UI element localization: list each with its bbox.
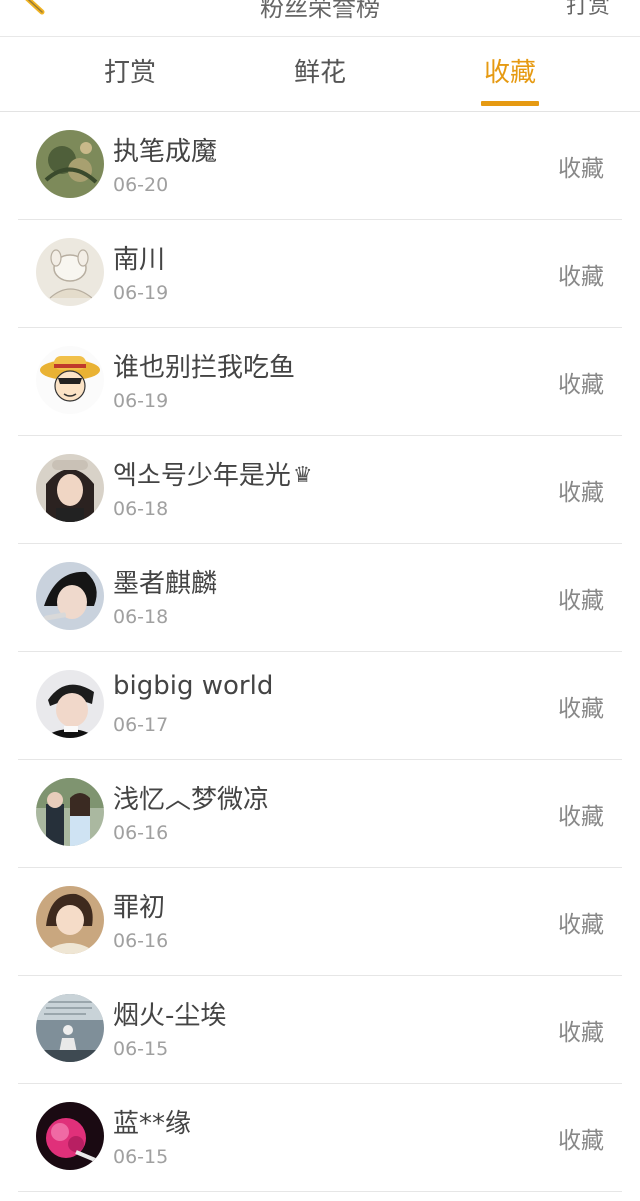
avatar <box>36 1102 104 1170</box>
active-tab-indicator <box>481 101 539 106</box>
date-label: 06-19 <box>113 390 169 412</box>
user-name: 蓝**缘 <box>113 1109 192 1139</box>
user-name: 烟火-尘埃 <box>113 1001 227 1031</box>
tab-reward[interactable]: 打赏 <box>80 37 180 111</box>
date-label: 06-17 <box>113 714 169 736</box>
user-name: 罪初 <box>113 893 166 923</box>
user-name: 谁也别拦我吃鱼 <box>113 353 296 383</box>
user-name: 엑소号少年是光♛ <box>113 461 313 491</box>
reward-button[interactable]: 打赏 <box>566 0 610 20</box>
avatar <box>36 346 104 414</box>
action-label: 收藏 <box>558 804 604 830</box>
tab-favorites[interactable]: 收藏 <box>460 37 560 111</box>
list-item[interactable]: 南川 06-19 收藏 <box>0 220 640 328</box>
avatar <box>36 778 104 846</box>
avatar <box>36 994 104 1062</box>
date-label: 06-18 <box>113 498 169 520</box>
divider <box>18 1191 622 1192</box>
tab-flowers[interactable]: 鲜花 <box>270 37 370 111</box>
date-label: 06-18 <box>113 606 169 628</box>
action-label: 收藏 <box>558 912 604 938</box>
date-label: 06-20 <box>113 174 169 196</box>
action-label: 收藏 <box>558 696 604 722</box>
list-item[interactable]: 执笔成魔 06-20 收藏 <box>0 112 640 220</box>
date-label: 06-16 <box>113 930 169 952</box>
action-label: 收藏 <box>558 480 604 506</box>
action-label: 收藏 <box>558 1020 604 1046</box>
tab-bar: 打赏 鲜花 收藏 <box>0 37 640 112</box>
date-label: 06-19 <box>113 282 169 304</box>
user-name: 执笔成魔 <box>113 137 218 167</box>
action-label: 收藏 <box>558 1128 604 1154</box>
action-label: 收藏 <box>558 372 604 398</box>
user-name: 南川 <box>113 245 166 275</box>
list-item[interactable]: 烟火-尘埃 06-15 收藏 <box>0 976 640 1084</box>
list-item[interactable]: 谁也别拦我吃鱼 06-19 收藏 <box>0 328 640 436</box>
user-name: 墨者麒麟 <box>113 569 218 599</box>
list-item[interactable]: 罪初 06-16 收藏 <box>0 868 640 976</box>
avatar <box>36 130 104 198</box>
avatar <box>36 886 104 954</box>
list-item[interactable]: 浅忆︿梦微凉 06-16 收藏 <box>0 760 640 868</box>
action-label: 收藏 <box>558 264 604 290</box>
list-item[interactable]: 엑소号少年是光♛ 06-18 收藏 <box>0 436 640 544</box>
date-label: 06-16 <box>113 822 169 844</box>
crown-icon: ♛ <box>292 463 313 488</box>
action-label: 收藏 <box>558 156 604 182</box>
list-item[interactable]: bigbig world 06-17 收藏 <box>0 652 640 760</box>
avatar <box>36 454 104 522</box>
top-bar: 粉丝荣誉榜 打赏 <box>0 0 640 37</box>
action-label: 收藏 <box>558 588 604 614</box>
list-item[interactable]: 蓝**缘 06-15 收藏 <box>0 1084 640 1192</box>
fan-list: 执笔成魔 06-20 收藏 南川 06-19 收藏 谁也别拦我吃鱼 06-19 <box>0 112 640 1192</box>
list-item[interactable]: 墨者麒麟 06-18 收藏 <box>0 544 640 652</box>
page-title: 粉丝荣誉榜 <box>260 0 380 22</box>
user-name: bigbig world <box>113 671 274 701</box>
user-name: 浅忆︿梦微凉 <box>113 785 270 815</box>
avatar <box>36 238 104 306</box>
avatar <box>36 670 104 738</box>
date-label: 06-15 <box>113 1038 169 1060</box>
date-label: 06-15 <box>113 1146 169 1168</box>
tab-favorites-label: 收藏 <box>483 58 536 88</box>
avatar <box>36 562 104 630</box>
